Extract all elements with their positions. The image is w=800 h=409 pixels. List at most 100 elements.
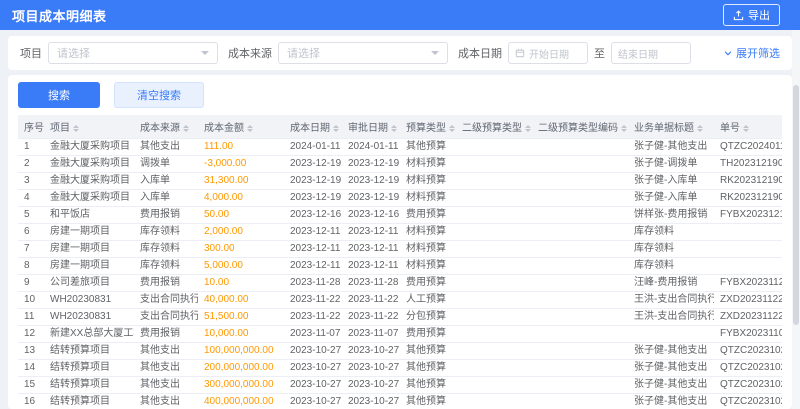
column-header-5[interactable]: 审批日期 xyxy=(342,115,400,139)
cell xyxy=(628,325,714,343)
column-header-8[interactable]: 二级预算类型编码 xyxy=(532,115,628,139)
cell: 库存领料 xyxy=(134,257,198,275)
cell: 2023-12-11 xyxy=(342,257,400,275)
column-header-10[interactable]: 单号 xyxy=(714,115,782,139)
cell: 张子健-入库单 xyxy=(628,189,714,207)
cost-date-filter-label: 成本日期 xyxy=(458,48,502,60)
cell xyxy=(532,240,628,258)
clear-search-button[interactable]: 清空搜索 xyxy=(114,82,204,108)
column-header-4[interactable]: 成本日期 xyxy=(284,115,342,139)
cell xyxy=(456,223,532,241)
cell: 2023-11-07 xyxy=(284,325,342,343)
cell: 结转预算项目 xyxy=(44,359,134,377)
table-row[interactable]: 11 WH20230831 支出合同执行 51,500.00 2023-11-22 202… xyxy=(18,308,782,326)
table-row[interactable]: 15 结转预算项目 其他支出 300,000,000.00 2023-10-27 2023… xyxy=(18,376,782,394)
cell: 100,000,000.00 xyxy=(198,342,284,360)
sort-icon[interactable] xyxy=(449,124,455,132)
cell: 调拨单 xyxy=(134,155,198,173)
cell: 4,000.00 xyxy=(198,189,284,207)
cell: 王洪-支出合同执行 xyxy=(628,308,714,326)
chevron-down-icon xyxy=(201,51,209,55)
column-header-1[interactable]: 项目 xyxy=(44,115,134,139)
cell: 金融大厦采购项目 xyxy=(44,155,134,173)
table-row[interactable]: 9 公司差旅项目 费用报销 10.00 2023-11-28 2023-11-28 费用预算… xyxy=(18,274,782,292)
export-button[interactable]: 导出 xyxy=(723,4,780,26)
table-row[interactable]: 14 结转预算项目 其他支出 200,000,000.00 2023-10-27 2023… xyxy=(18,359,782,377)
cell: 其他预算 xyxy=(400,359,456,377)
cell: 2023-12-19 xyxy=(342,172,400,190)
expand-filter-toggle[interactable]: 展开筛选 xyxy=(723,45,780,61)
cell: 11 xyxy=(18,308,44,326)
date-end-input[interactable]: 结束日期 xyxy=(611,42,691,64)
table-row[interactable]: 12新建XX总部大厦工程二期费用报销10,000.002023-11-07202… xyxy=(18,325,782,343)
sort-icon[interactable] xyxy=(391,124,397,132)
cell: 房建一期项目 xyxy=(44,240,134,258)
cell xyxy=(532,359,628,377)
cell: 40,000.00 xyxy=(198,291,284,309)
table-row[interactable]: 1 金融大厦采购项目 其他支出 111.00 2024-01-11 2024-01-11 其… xyxy=(18,138,782,156)
cell: 5,000.00 xyxy=(198,257,284,275)
cell xyxy=(456,325,532,343)
cost-detail-table: 序号 项目 成本来源 成本金额 成本日期 审批日期 预算类型 二级预算类型 二级预算类型编码 业务… xyxy=(18,115,782,409)
cell xyxy=(532,189,628,207)
cell: 300,000,000.00 xyxy=(198,376,284,394)
date-start-input[interactable]: 开始日期 xyxy=(508,42,588,64)
table-row[interactable]: 13 结转预算项目 其他支出 100,000,000.00 2023-10-27 2023… xyxy=(18,342,782,360)
cell xyxy=(532,342,628,360)
action-bar: 搜索 清空搜索 xyxy=(18,82,782,108)
cell: 张子健-调拨单 xyxy=(628,155,714,173)
cell: 13 xyxy=(18,342,44,360)
cell xyxy=(456,342,532,360)
main-content: 项目 请选择 成本来源 请选择 成本日期 开始日期 至 结束日期 展开筛选 搜索… xyxy=(0,30,800,409)
cost-source-filter-label: 成本来源 xyxy=(228,48,272,60)
cell: 2023-12-11 xyxy=(284,240,342,258)
cell: 支出合同执行 xyxy=(134,308,198,326)
table-row[interactable]: 4 金融大厦采购项目 入库单 4,000.00 2023-12-19 2023-12-19… xyxy=(18,189,782,207)
column-header-3[interactable]: 成本金额 xyxy=(198,115,284,139)
column-header-7[interactable]: 二级预算类型 xyxy=(456,115,532,139)
sort-icon[interactable] xyxy=(697,124,703,132)
cell xyxy=(456,206,532,224)
cell: 其他支出 xyxy=(134,376,198,394)
cell: 公司差旅项目 xyxy=(44,274,134,292)
vertical-scrollbar[interactable] xyxy=(792,30,800,409)
table-row[interactable]: 3 金融大厦采购项目 入库单 31,300.00 2023-12-19 2023-12-1… xyxy=(18,172,782,190)
column-header-2[interactable]: 成本来源 xyxy=(134,115,198,139)
table-row[interactable]: 16 结转预算项目 其他支出 400,000,000.00 2023-10-27 2023… xyxy=(18,393,782,409)
column-header-label: 二级预算类型 xyxy=(462,123,522,134)
cell: WH20230831 xyxy=(44,291,134,309)
column-header-6[interactable]: 预算类型 xyxy=(400,115,456,139)
sort-icon[interactable] xyxy=(525,124,531,132)
search-button[interactable]: 搜索 xyxy=(18,82,100,108)
cell: 12 xyxy=(18,325,44,343)
cell: 16 xyxy=(18,393,44,409)
cell xyxy=(532,257,628,275)
scrollbar-thumb[interactable] xyxy=(793,85,799,325)
column-header-9[interactable]: 业务单据标题 xyxy=(628,115,714,139)
cell xyxy=(532,393,628,409)
cell: 其他预算 xyxy=(400,342,456,360)
sort-icon[interactable] xyxy=(621,124,627,132)
table-row[interactable]: 6 房建一期项目 库存领料 2,000.00 2023-12-11 2023-12-11 材… xyxy=(18,223,782,241)
sort-icon[interactable] xyxy=(73,124,79,132)
table-row[interactable]: 7 房建一期项目 库存领料 300.00 2023-12-11 2023-12-11 材料预… xyxy=(18,240,782,258)
cost-source-select[interactable]: 请选择 xyxy=(278,42,448,64)
table-row[interactable]: 10 WH20230831 支出合同执行 40,000.00 2023-11-22 202… xyxy=(18,291,782,309)
project-filter-label: 项目 xyxy=(20,48,42,60)
cell xyxy=(714,257,782,275)
cell: 10.00 xyxy=(198,274,284,292)
table-row[interactable]: 5 和平饭店 费用报销 50.00 2023-12-16 2023-12-16 费用预算 饼样… xyxy=(18,206,782,224)
table-row[interactable]: 8 房建一期项目 库存领料 5,000.00 2023-12-11 2023-12-11 材… xyxy=(18,257,782,275)
cell: 材料预算 xyxy=(400,172,456,190)
project-select-placeholder: 请选择 xyxy=(57,48,90,60)
cell: 和平饭店 xyxy=(44,206,134,224)
sort-icon[interactable] xyxy=(183,124,189,132)
project-select[interactable]: 请选择 xyxy=(48,42,218,64)
table-row[interactable]: 2 金融大厦采购项目 调拨单 -3,000.00 2023-12-19 2023-12-1… xyxy=(18,155,782,173)
cell: 1 xyxy=(18,138,44,156)
project-filter: 项目 请选择 xyxy=(20,42,218,64)
sort-icon[interactable] xyxy=(247,124,253,132)
sort-icon[interactable] xyxy=(333,124,339,132)
cell: 2023-10-27 xyxy=(342,342,400,360)
sort-icon[interactable] xyxy=(743,124,749,132)
